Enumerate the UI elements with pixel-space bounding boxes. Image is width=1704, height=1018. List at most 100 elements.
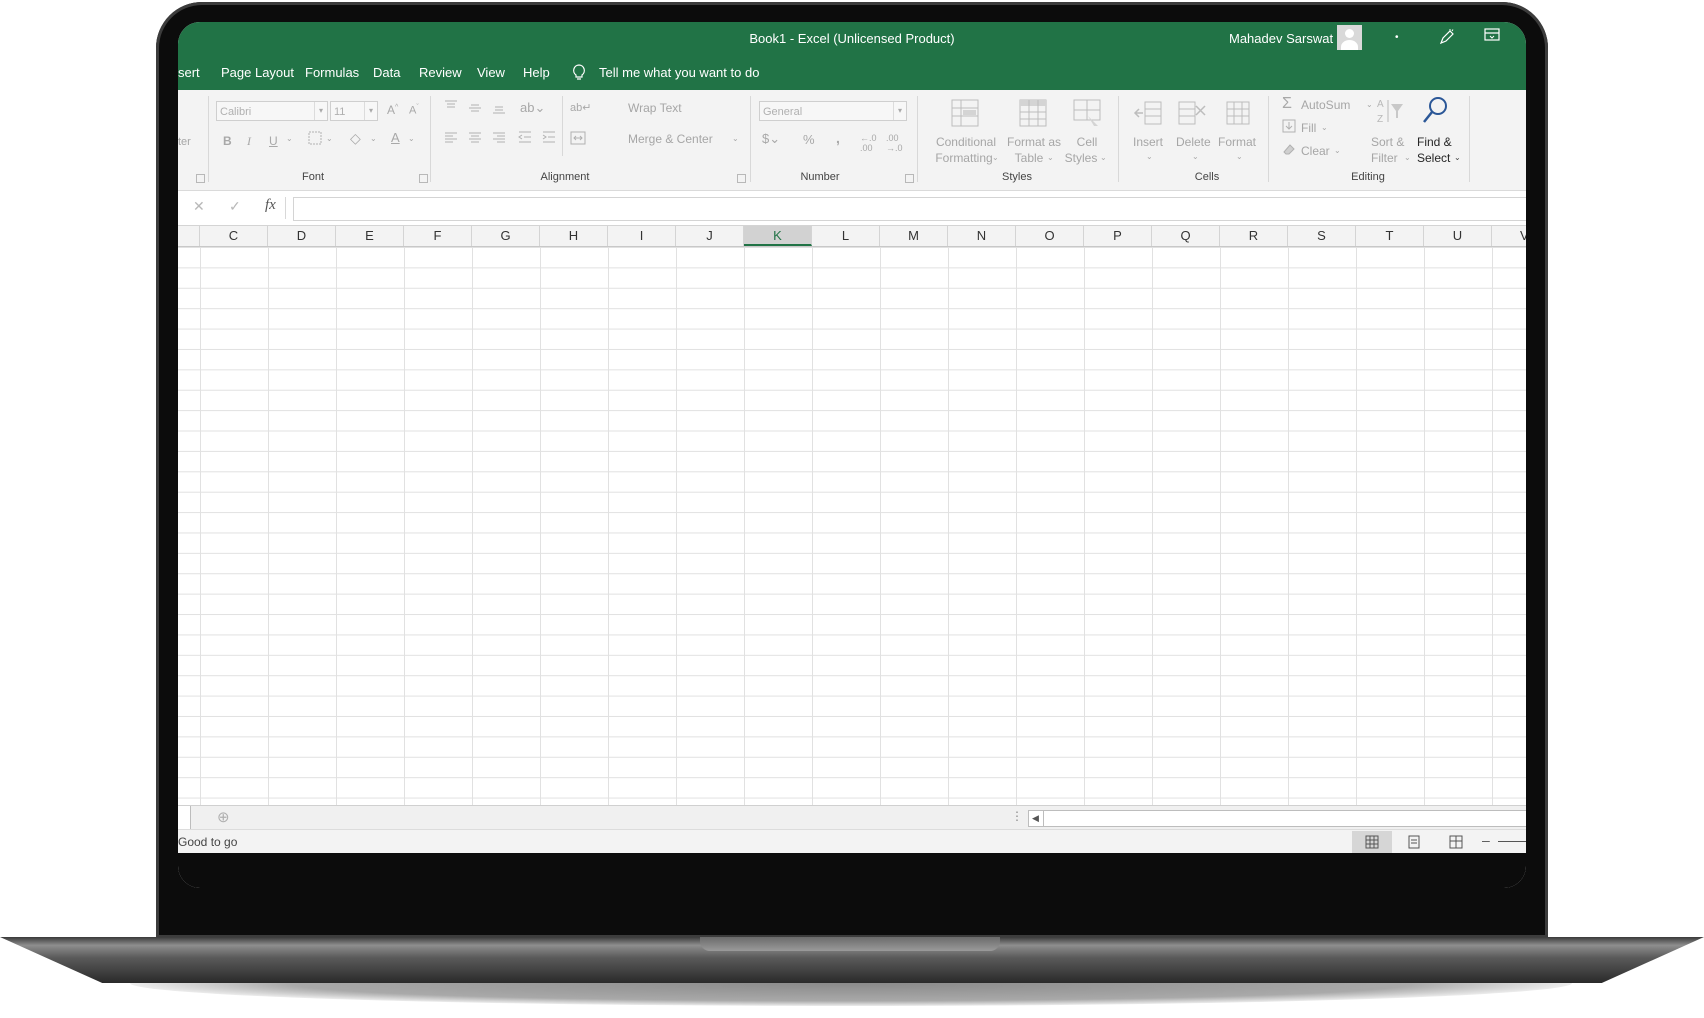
column-header-r[interactable]: R — [1220, 226, 1288, 246]
column-header-k[interactable]: K — [744, 226, 812, 246]
percent-button[interactable]: % — [803, 132, 815, 147]
column-header-n[interactable]: N — [948, 226, 1016, 246]
column-header-c[interactable]: C — [200, 226, 268, 246]
clear-button[interactable]: Clear — [1301, 144, 1330, 158]
align-left-icon[interactable] — [444, 131, 458, 146]
column-header-j[interactable]: J — [676, 226, 744, 246]
font-family-select[interactable]: Calibri ▾ — [216, 101, 328, 121]
conditional-formatting-button[interactable]: Conditional — [930, 135, 1002, 149]
italic-button[interactable]: I — [247, 134, 251, 149]
font-launcher-icon[interactable] — [419, 174, 428, 183]
sheet-tab[interactable] — [178, 806, 191, 830]
column-header-m[interactable]: M — [880, 226, 948, 246]
align-right-icon[interactable] — [492, 131, 506, 146]
tab-insert[interactable]: sert — [178, 65, 200, 80]
tab-formulas[interactable]: Formulas — [305, 65, 359, 80]
column-header-s[interactable]: S — [1288, 226, 1356, 246]
column-header-p[interactable]: P — [1084, 226, 1152, 246]
normal-view-button[interactable] — [1352, 831, 1392, 853]
merge-center-button[interactable]: Merge & Center — [628, 132, 713, 146]
number-launcher-icon[interactable] — [905, 174, 914, 183]
decrease-decimal-icon[interactable]: .00 →.0 — [886, 133, 903, 153]
accounting-format-icon[interactable]: $⌄ — [762, 131, 780, 147]
chevron-down-icon: ▾ — [893, 102, 906, 120]
fill-button[interactable]: Fill — [1301, 121, 1316, 135]
avatar[interactable] — [1337, 25, 1362, 50]
column-header-o[interactable]: O — [1016, 226, 1084, 246]
font-size-select[interactable]: 11 ▾ — [330, 101, 378, 121]
increase-indent-icon[interactable] — [542, 131, 556, 146]
sort-filter-button[interactable]: Sort & — [1371, 135, 1404, 149]
top-align-icon[interactable] — [444, 100, 458, 115]
ribbon-display-icon[interactable] — [1484, 28, 1500, 45]
increase-decimal-icon[interactable]: ←.0.00 — [860, 133, 877, 153]
splitter-handle-icon[interactable]: ⋮ — [1011, 809, 1023, 823]
bottom-align-icon[interactable] — [492, 103, 506, 118]
chevron-down-icon[interactable]: ⌄ — [732, 134, 739, 143]
chevron-down-icon[interactable]: ⌄ — [408, 134, 415, 143]
screen-bezel-bottom — [178, 853, 1526, 888]
insert-function-button[interactable]: fx — [265, 197, 276, 214]
cell-area[interactable] — [178, 247, 1526, 806]
column-header-u[interactable]: U — [1424, 226, 1492, 246]
chevron-down-icon[interactable]: ⌄ — [326, 134, 333, 143]
column-header-l[interactable]: L — [812, 226, 880, 246]
tab-page-layout[interactable]: Page Layout — [221, 65, 294, 80]
column-header-f[interactable]: F — [404, 226, 472, 246]
page-layout-view-button[interactable] — [1394, 831, 1434, 853]
borders-icon[interactable] — [308, 131, 322, 148]
tell-me-search[interactable]: Tell me what you want to do — [599, 65, 759, 80]
fill-color-icon[interactable]: ◇ — [350, 130, 361, 147]
user-name[interactable]: Mahadev Sarswat — [1229, 31, 1333, 46]
number-format-select[interactable]: General ▾ — [759, 101, 907, 121]
cancel-icon[interactable]: ✕ — [193, 198, 205, 215]
check-icon[interactable]: ✓ — [229, 198, 241, 215]
column-header-t[interactable]: T — [1356, 226, 1424, 246]
wrap-text-button[interactable]: Wrap Text — [628, 101, 682, 115]
horizontal-scrollbar[interactable] — [1043, 810, 1526, 827]
zoom-out-icon[interactable]: – — [1482, 832, 1490, 848]
column-header-v[interactable]: V — [1492, 226, 1526, 246]
formula-input[interactable] — [293, 197, 1526, 221]
tab-help[interactable]: Help — [523, 65, 550, 80]
cell-styles-button[interactable]: Cell — [1062, 135, 1112, 149]
shrink-font-icon[interactable]: Aˇ — [409, 104, 419, 117]
delete-cells-button[interactable]: Delete — [1176, 135, 1211, 149]
tab-data[interactable]: Data — [373, 65, 400, 80]
align-center-icon[interactable] — [468, 131, 482, 146]
column-header-q[interactable]: Q — [1152, 226, 1220, 246]
clipboard-launcher-icon[interactable] — [196, 174, 205, 183]
column-header-i[interactable]: I — [608, 226, 676, 246]
middle-align-icon[interactable] — [468, 102, 482, 117]
wrap-text-icon[interactable]: ab↵ — [570, 101, 591, 114]
column-header-e[interactable]: E — [336, 226, 404, 246]
page-break-view-button[interactable] — [1436, 831, 1476, 853]
column-header-g[interactable]: G — [472, 226, 540, 246]
insert-cells-button[interactable]: Insert — [1133, 135, 1163, 149]
chevron-down-icon[interactable]: ⌄ — [286, 134, 293, 143]
font-color-icon[interactable]: A — [391, 130, 400, 145]
scroll-left-button[interactable]: ◀ — [1028, 810, 1044, 827]
row-header-corner[interactable] — [178, 226, 200, 246]
zoom-slider[interactable] — [1498, 841, 1526, 842]
pen-icon[interactable] — [1438, 28, 1456, 49]
chevron-down-icon[interactable]: ⌄ — [370, 134, 377, 143]
dot-icon[interactable]: • — [1395, 32, 1399, 43]
bold-button[interactable]: B — [223, 134, 232, 148]
find-select-button[interactable]: Find & — [1417, 135, 1452, 149]
underline-button[interactable]: U — [269, 134, 278, 148]
alignment-launcher-icon[interactable] — [737, 174, 746, 183]
grow-font-icon[interactable]: A^ — [387, 103, 398, 117]
decrease-indent-icon[interactable] — [518, 131, 532, 146]
add-sheet-icon[interactable]: ⊕ — [217, 808, 230, 826]
tab-view[interactable]: View — [477, 65, 505, 80]
format-cells-button[interactable]: Format — [1218, 135, 1256, 149]
autosum-button[interactable]: AutoSum — [1301, 98, 1350, 112]
tab-review[interactable]: Review — [419, 65, 462, 80]
merge-center-icon[interactable] — [570, 131, 586, 148]
format-as-table-button[interactable]: Format as — [1004, 135, 1064, 149]
column-header-d[interactable]: D — [268, 226, 336, 246]
orientation-icon[interactable]: ab⌄ — [520, 100, 545, 116]
comma-button[interactable]: , — [836, 130, 840, 146]
column-header-h[interactable]: H — [540, 226, 608, 246]
